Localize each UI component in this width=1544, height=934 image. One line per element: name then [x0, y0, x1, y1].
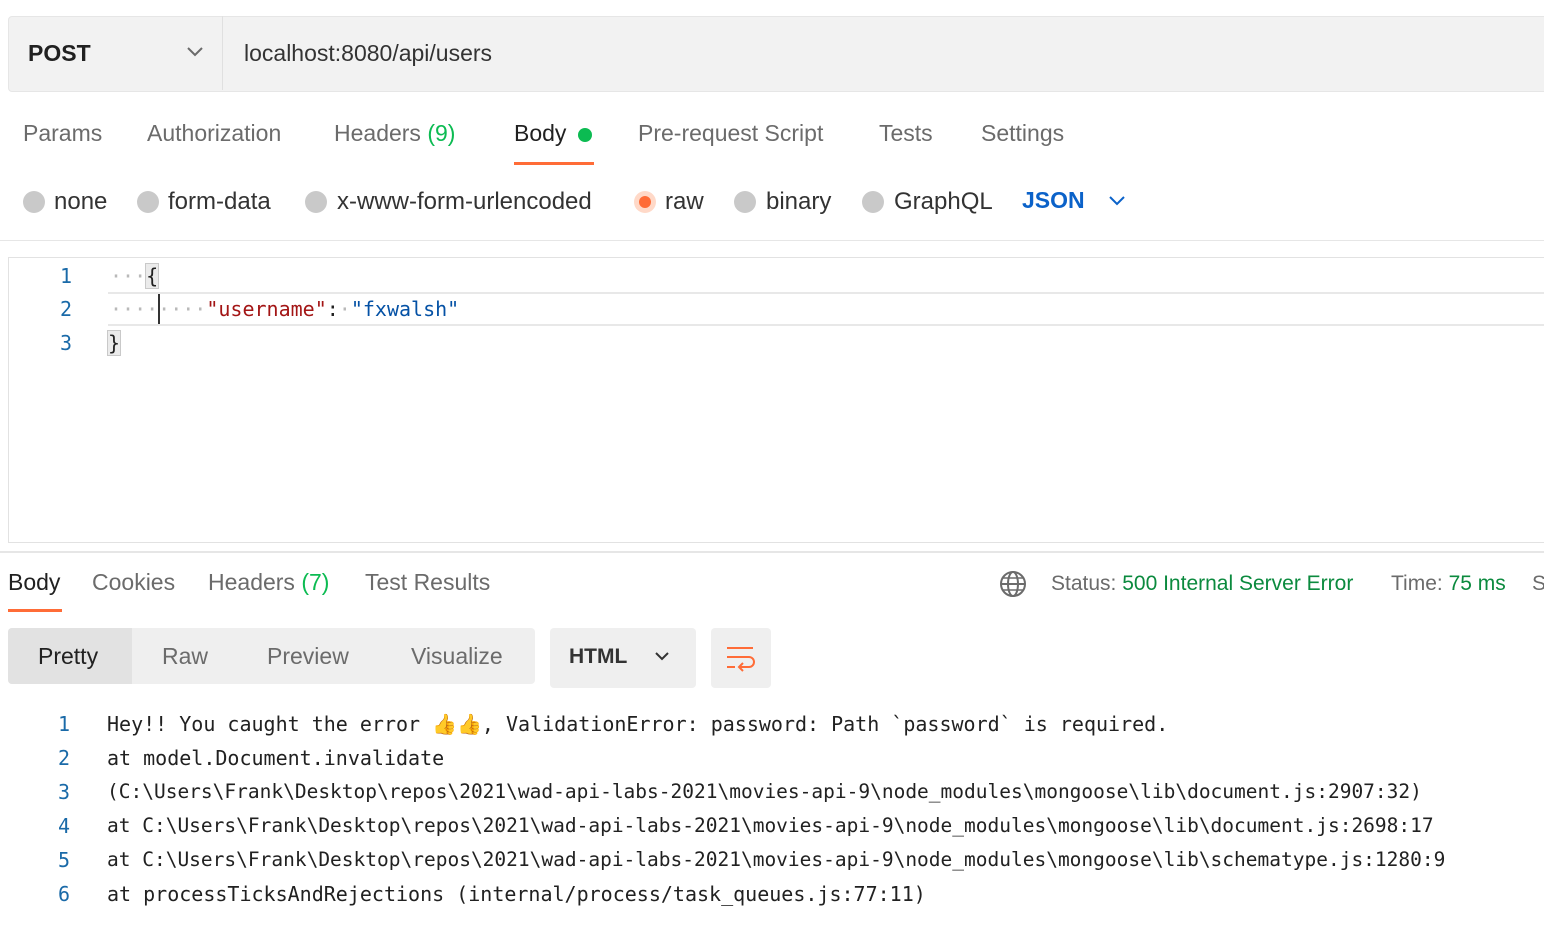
response-tab-headers[interactable]: Headers (7)	[208, 569, 329, 596]
tab-authorization[interactable]: Authorization	[147, 120, 281, 147]
response-body-line: at C:\Users\Frank\Desktop\repos\2021\wad…	[107, 848, 1446, 871]
response-tab-body[interactable]: Body	[8, 569, 60, 596]
response-tab-headers-count: (7)	[301, 569, 330, 595]
status-readout: Status: 500 Internal Server Error	[1051, 572, 1353, 596]
editor-line-1: ···{	[110, 263, 160, 289]
response-line-number: 5	[57, 848, 70, 872]
json-key: "username"	[206, 297, 327, 321]
response-body-line: at processTicksAndRejections (internal/p…	[107, 882, 926, 906]
radio-urlencoded[interactable]	[305, 191, 327, 213]
status-value: 500 Internal Server Error	[1122, 572, 1354, 595]
chevron-down-icon	[655, 652, 669, 661]
editor-line-2: ········"username":·"fxwalsh"	[110, 297, 460, 321]
tab-tests[interactable]: Tests	[879, 120, 933, 147]
active-tab-underline	[514, 162, 594, 165]
divider	[0, 551, 1544, 553]
method-label: POST	[28, 39, 91, 66]
tab-prerequest-script[interactable]: Pre-request Script	[638, 120, 823, 147]
radio-graphql-label[interactable]: GraphQL	[894, 188, 993, 216]
radio-form-data-label[interactable]: form-data	[168, 188, 271, 216]
time-label: Time:	[1391, 572, 1443, 595]
wrap-lines-icon	[727, 647, 755, 672]
view-preview-button[interactable]: Preview	[267, 643, 349, 670]
response-line-number: 4	[57, 814, 70, 838]
open-brace: {	[145, 263, 160, 289]
format-label: HTML	[569, 645, 628, 668]
text-cursor	[158, 294, 160, 324]
close-brace: }	[106, 330, 122, 356]
radio-graphql[interactable]	[862, 191, 884, 213]
radio-binary-label[interactable]: binary	[766, 188, 831, 216]
divider	[0, 240, 1544, 241]
radio-none-label[interactable]: none	[54, 188, 107, 216]
editor-line-number: 2	[59, 297, 72, 321]
language-select[interactable]: JSON	[1022, 187, 1085, 214]
body-modified-indicator	[578, 128, 592, 142]
method-select[interactable]: POST	[8, 16, 223, 90]
time-value: 75 ms	[1448, 572, 1506, 595]
response-line-number: 6	[57, 882, 70, 906]
tab-headers[interactable]: Headers (9)	[334, 120, 455, 147]
response-tab-test-results[interactable]: Test Results	[365, 569, 490, 596]
editor-line-3: }	[106, 330, 122, 356]
globe-icon[interactable]	[999, 570, 1027, 598]
radio-form-data[interactable]	[137, 191, 159, 213]
radio-raw[interactable]	[634, 191, 656, 213]
chevron-down-icon	[187, 47, 203, 57]
response-body-line: (C:\Users\Frank\Desktop\repos\2021\wad-a…	[107, 780, 1422, 803]
response-line-number: 1	[57, 712, 70, 736]
radio-binary[interactable]	[734, 191, 756, 213]
tab-params[interactable]: Params	[23, 120, 102, 147]
view-pretty-label[interactable]: Pretty	[38, 643, 98, 670]
json-value: "fxwalsh"	[350, 297, 460, 321]
view-raw-button[interactable]: Raw	[162, 643, 208, 670]
request-bar	[8, 16, 1544, 92]
chevron-down-icon[interactable]	[1108, 195, 1126, 207]
radio-none[interactable]	[23, 191, 45, 213]
response-line-number: 2	[57, 746, 70, 770]
tab-headers-label: Headers	[334, 120, 421, 146]
url-input[interactable]: localhost:8080/api/users	[244, 16, 492, 90]
response-body-line: at C:\Users\Frank\Desktop\repos\2021\wad…	[107, 814, 1434, 837]
editor-line-number: 3	[59, 331, 72, 355]
response-tab-headers-label: Headers	[208, 569, 295, 595]
response-line-number: 3	[57, 780, 70, 804]
time-readout: Time: 75 ms	[1391, 572, 1506, 596]
editor-line-number: 1	[59, 264, 72, 288]
view-visualize-button[interactable]: Visualize	[411, 643, 503, 670]
tab-settings[interactable]: Settings	[981, 120, 1064, 147]
status-label: Status:	[1051, 572, 1117, 595]
response-tab-cookies[interactable]: Cookies	[92, 569, 175, 596]
radio-urlencoded-label[interactable]: x-www-form-urlencoded	[337, 188, 592, 216]
size-label: S	[1532, 572, 1544, 595]
response-body-line: Hey!! You caught the error 👍👍, Validatio…	[107, 712, 1169, 736]
tab-headers-count: (9)	[427, 120, 456, 146]
json-colon: :	[326, 297, 339, 321]
radio-raw-label[interactable]: raw	[665, 188, 704, 216]
response-body-line: at model.Document.invalidate	[107, 746, 445, 770]
active-tab-underline	[8, 609, 62, 612]
tab-body[interactable]: Body	[514, 120, 566, 147]
